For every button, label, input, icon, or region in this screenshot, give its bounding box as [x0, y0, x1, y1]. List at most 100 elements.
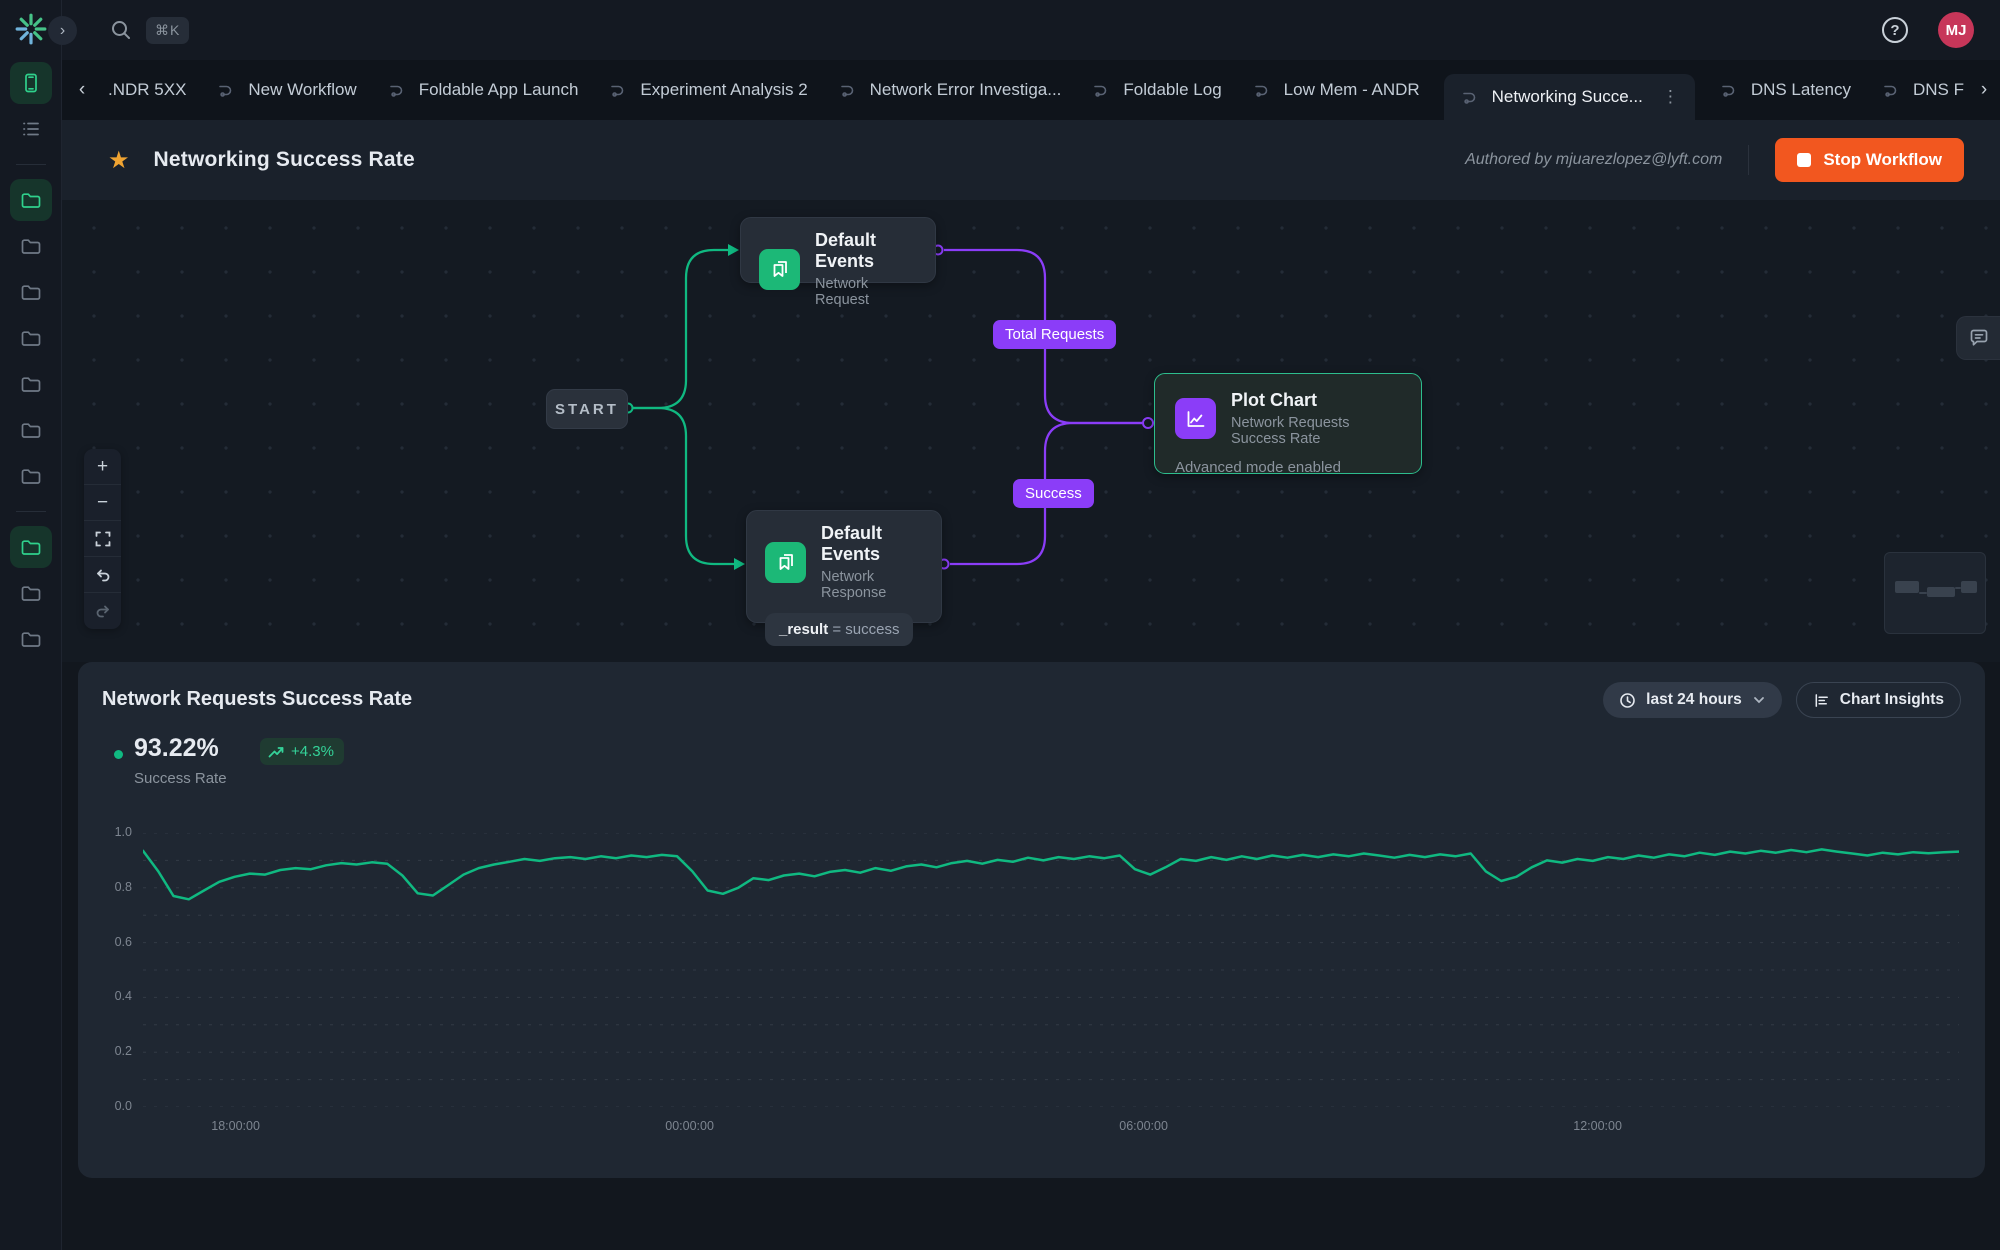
favorite-star-icon[interactable]: ★ [108, 146, 130, 175]
sidebar-item-folder-4[interactable] [10, 317, 52, 359]
x-axis-tick-12-00-00: 12:00:00 [1573, 1119, 1622, 1133]
folder-icon-6 [19, 418, 43, 442]
insights-icon [1813, 692, 1830, 709]
tab-dns-latency[interactable]: DNS Latency [1713, 80, 1857, 100]
folder-icon-2 [19, 234, 43, 258]
edge-label-success[interactable]: Success [1013, 479, 1094, 508]
canvas-minimap[interactable] [1884, 552, 1986, 634]
tab-experiment-analysis-2[interactable]: Experiment Analysis 2 [602, 80, 813, 100]
tabs-scroll-left-button[interactable]: ‹ [70, 78, 94, 102]
node-title: Default Events [821, 523, 923, 565]
y-axis-tick-0.4: 0.4 [78, 989, 132, 1003]
tab-label: Foldable Log [1123, 80, 1221, 100]
folder-icon-7 [19, 464, 43, 488]
chart-insights-button[interactable]: Chart Insights [1796, 682, 1961, 718]
search-shortcut-badge: ⌘K [146, 17, 189, 44]
sidebar-item-folder-2[interactable] [10, 225, 52, 267]
sidebar-item-folder-10[interactable] [10, 618, 52, 660]
app-logo-icon [14, 12, 48, 46]
sidebar-item-folder-9[interactable] [10, 572, 52, 614]
sidebar-item-folder-3[interactable] [10, 271, 52, 313]
chat-panel-button[interactable] [1956, 316, 2000, 360]
stop-workflow-button[interactable]: Stop Workflow [1775, 138, 1964, 182]
folder-icon-10 [19, 627, 43, 651]
undo-button[interactable] [84, 557, 121, 593]
tabs-scroll-right-button[interactable]: › [1972, 78, 1996, 102]
node-plot-chart[interactable]: Plot Chart Network Requests Success Rate… [1154, 373, 1422, 474]
tab-ndr-5xx[interactable]: .NDR 5XX [102, 80, 192, 100]
advanced-mode-note: Advanced mode enabled [1175, 459, 1401, 476]
success-rate-line [143, 849, 1959, 899]
workflow-tabstrip: ‹ .NDR 5XX New Workflow Foldable App Launc… [62, 60, 2000, 120]
tab-label: DNS F [1913, 80, 1964, 100]
node-default-events-response[interactable]: Default Events Network Response _result … [746, 510, 942, 623]
tab-foldable-log[interactable]: Foldable Log [1085, 80, 1227, 100]
trend-up-icon [268, 745, 284, 759]
folder-icon-3 [19, 280, 43, 304]
node-title: Default Events [815, 230, 917, 272]
node-title: Plot Chart [1231, 390, 1401, 411]
tab-label: Networking Succe... [1492, 87, 1643, 107]
series-dot [114, 750, 123, 759]
redo-icon [94, 602, 112, 620]
time-range-dropdown[interactable]: last 24 hours [1603, 682, 1782, 718]
sidebar-item-folder-5[interactable] [10, 363, 52, 405]
y-axis-tick-0.2: 0.2 [78, 1044, 132, 1058]
help-button[interactable]: ? [1882, 17, 1908, 43]
sidebar-divider [16, 164, 46, 165]
x-axis-tick-18-00-00: 18:00:00 [211, 1119, 260, 1133]
node-default-events-request[interactable]: Default Events Network Request [740, 217, 936, 283]
sidebar-item-device[interactable] [10, 62, 52, 104]
zoom-in-button[interactable]: + [84, 449, 121, 485]
y-axis-tick-0.6: 0.6 [78, 935, 132, 949]
stop-icon [1797, 153, 1811, 167]
sidebar-item-folder-1[interactable] [10, 179, 52, 221]
sidebar-item-folder-6[interactable] [10, 409, 52, 451]
clock-icon [1619, 692, 1636, 709]
bookmark-icon [765, 542, 806, 583]
zoom-out-button[interactable]: − [84, 485, 121, 521]
redo-button[interactable] [84, 593, 121, 629]
tab-label: Low Mem - ANDR [1284, 80, 1420, 100]
authored-by-text: Authored by mjuarezlopez@lyft.com [1465, 151, 1722, 169]
header-divider [1748, 145, 1749, 175]
sidebar-item-folder-7[interactable] [10, 455, 52, 497]
tab-label: Network Error Investiga... [870, 80, 1062, 100]
tab-menu-kebab-icon[interactable]: ⋮ [1662, 87, 1679, 107]
tab-low-mem-andr[interactable]: Low Mem - ANDR [1246, 80, 1426, 100]
tab-dns-f[interactable]: DNS F [1875, 80, 1970, 100]
chevron-down-icon [1752, 693, 1766, 707]
sidebar-item-folder-8[interactable] [10, 526, 52, 568]
folder-icon-4 [19, 326, 43, 350]
topbar: ⌘K ? MJ [62, 0, 2000, 60]
tab-new-workflow[interactable]: New Workflow [210, 80, 362, 100]
canvas-zoom-toolbar: +− [84, 449, 121, 629]
y-axis-tick-0.8: 0.8 [78, 880, 132, 894]
tab-foldable-app-launch[interactable]: Foldable App Launch [381, 80, 585, 100]
tab-label: Foldable App Launch [419, 80, 579, 100]
folder-icon-8 [19, 535, 43, 559]
sidebar-item-list[interactable] [10, 108, 52, 150]
success-rate-chart [143, 833, 1959, 1107]
workflow-canvas[interactable]: START Default Events Network Request [62, 200, 2000, 662]
start-node[interactable]: START [546, 389, 628, 429]
line-chart-icon [1175, 398, 1216, 439]
search-button[interactable]: ⌘K [110, 17, 189, 44]
folder-icon-9 [19, 581, 43, 605]
search-icon [110, 19, 132, 41]
sidebar-collapse-button[interactable]: › [48, 16, 77, 45]
edge-label-total-requests[interactable]: Total Requests [993, 320, 1116, 349]
fit-view-button[interactable] [84, 521, 121, 557]
tab-network-error-investiga[interactable]: Network Error Investiga... [832, 80, 1068, 100]
fit-view-icon [94, 530, 112, 548]
x-axis-tick-06-00-00: 06:00:00 [1119, 1119, 1168, 1133]
node-subtitle: Network Request [815, 276, 917, 308]
avatar[interactable]: MJ [1938, 12, 1974, 48]
sidebar-divider [16, 511, 46, 512]
workflow-header: ★ Networking Success Rate Authored by mj… [62, 120, 2000, 200]
list-icon [19, 117, 43, 141]
tab-label: Experiment Analysis 2 [640, 80, 807, 100]
tab-label: New Workflow [248, 80, 356, 100]
tab-networking-succe[interactable]: Networking Succe... ⋮ [1444, 74, 1695, 120]
sidebar [0, 0, 62, 1250]
